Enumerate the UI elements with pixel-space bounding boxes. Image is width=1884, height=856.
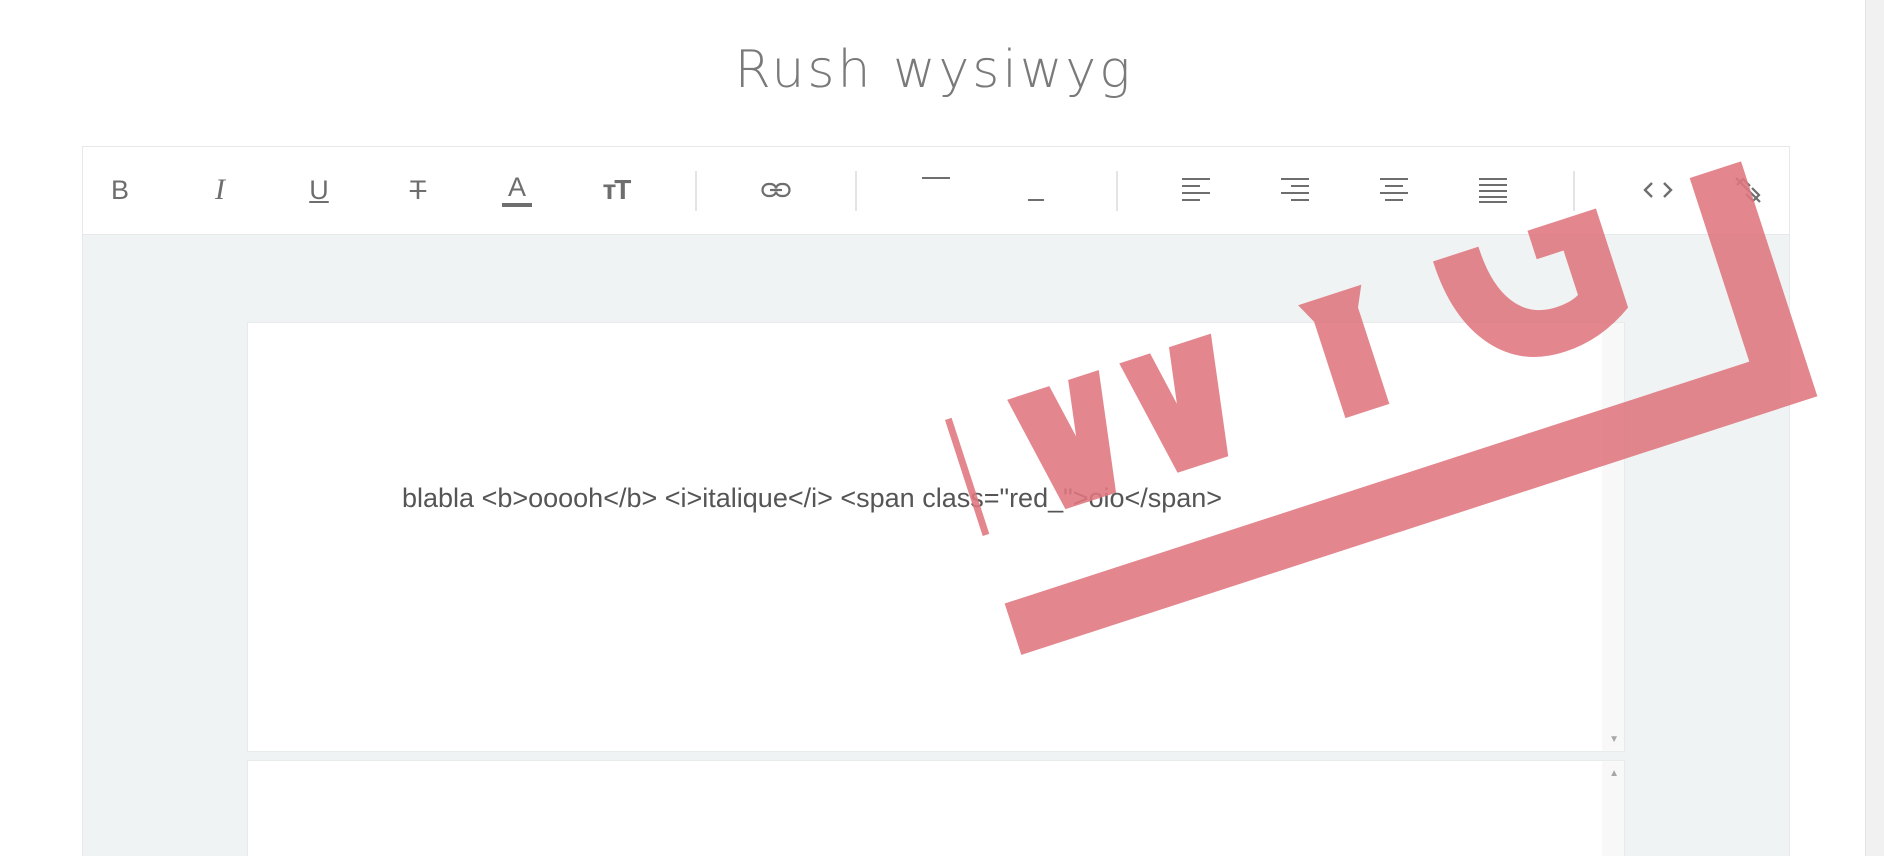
code-view-icon (1643, 181, 1673, 199)
unlink-icon (1733, 175, 1763, 205)
overline-icon (921, 175, 951, 181)
strikethrough-icon: T (409, 174, 427, 205)
link-button[interactable] (753, 167, 799, 213)
editor-scrollbar[interactable]: ▼ (1602, 323, 1624, 751)
align-left-icon (1182, 177, 1210, 203)
link-icon (761, 182, 791, 198)
align-justify-button[interactable] (1470, 167, 1516, 213)
underscore-button[interactable] (1013, 177, 1059, 223)
editor-content-area[interactable]: blabla <b>ooooh</b> <i>italique</i> <spa… (247, 322, 1625, 752)
font-color-icon: A (502, 171, 532, 207)
toolbar-divider (1573, 171, 1575, 211)
align-justify-icon (1479, 177, 1507, 203)
wysiwyg-editor: B I U T A тT blabla <b>ooooh</b> <i>ital… (82, 146, 1790, 856)
align-right-icon (1281, 177, 1309, 203)
font-color-button[interactable]: A (494, 167, 540, 213)
toolbar-divider (1116, 171, 1118, 211)
bold-icon: B (110, 174, 129, 205)
scroll-up-icon[interactable]: ▲ (1609, 769, 1619, 779)
align-center-icon (1380, 177, 1408, 203)
font-size-button[interactable]: тT (593, 167, 639, 213)
font-size-icon: тT (602, 174, 632, 205)
align-center-button[interactable] (1371, 167, 1417, 213)
font-color-bar (502, 202, 532, 207)
align-right-button[interactable] (1272, 167, 1318, 213)
italic-icon: I (215, 173, 225, 206)
bold-button[interactable]: B (97, 167, 143, 213)
italic-button[interactable]: I (197, 167, 243, 213)
strikethrough-button[interactable]: T (395, 167, 441, 213)
align-left-button[interactable] (1173, 167, 1219, 213)
window-scrollbar[interactable] (1865, 0, 1884, 856)
code-view-button[interactable] (1635, 167, 1681, 213)
editor-text[interactable]: blabla <b>ooooh</b> <i>italique</i> <spa… (402, 483, 1222, 514)
underscore-icon (1027, 197, 1045, 203)
underline-icon: U (309, 174, 329, 205)
page-title: Rush wysiwyg (734, 40, 1134, 100)
overline-button[interactable] (913, 155, 959, 201)
source-code-area[interactable]: ▲ (247, 760, 1625, 856)
toolbar-divider (855, 171, 857, 211)
source-scrollbar[interactable]: ▲ (1602, 761, 1624, 856)
toolbar-divider (695, 171, 697, 211)
editor-toolbar: B I U T A тT (83, 146, 1789, 235)
scroll-down-icon[interactable]: ▼ (1609, 735, 1619, 745)
page: Rush wysiwyg B I U T A тT blabla <b>oooo… (0, 0, 1884, 856)
underline-button[interactable]: U (296, 167, 342, 213)
unlink-button[interactable] (1725, 167, 1771, 213)
font-color-label: A (507, 171, 526, 202)
